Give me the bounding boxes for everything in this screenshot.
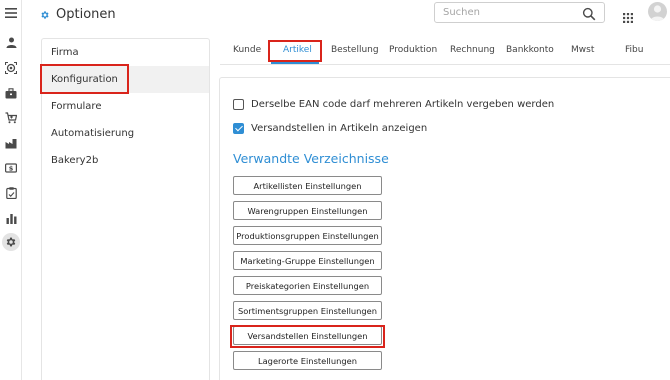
tab-produktion[interactable]: Produktion bbox=[389, 45, 437, 55]
money-icon[interactable]: $ bbox=[3, 160, 19, 176]
menu-item-firma[interactable]: Firma bbox=[42, 39, 209, 66]
menu-item-label: Formulare bbox=[51, 101, 102, 112]
person-icon[interactable] bbox=[3, 34, 19, 50]
tab-kunde[interactable]: Kunde bbox=[233, 45, 261, 55]
tab-bestellung[interactable]: Bestellung bbox=[331, 45, 379, 55]
svg-text:$: $ bbox=[9, 165, 14, 173]
gear-icon[interactable] bbox=[2, 233, 20, 251]
cart-icon[interactable] bbox=[3, 110, 19, 126]
tab-bankkonto[interactable]: Bankkonto bbox=[506, 45, 554, 55]
menu-item-bakery2b[interactable]: Bakery2b bbox=[42, 147, 209, 174]
warengruppen-settings-button[interactable]: Warengruppen Einstellungen bbox=[233, 201, 382, 220]
search-icon[interactable] bbox=[582, 6, 596, 21]
checkbox-label: Derselbe EAN code darf mehreren Artikeln… bbox=[251, 98, 555, 110]
page-title-group: Optionen bbox=[40, 5, 116, 23]
gear-icon bbox=[40, 5, 50, 24]
briefcase-icon[interactable] bbox=[3, 85, 19, 101]
active-tab-indicator bbox=[271, 62, 319, 64]
checkbox-versandstellen[interactable] bbox=[233, 122, 244, 134]
search-input[interactable] bbox=[443, 5, 573, 20]
section-title: Verwandte Verzeichnisse bbox=[233, 151, 389, 166]
bar-chart-icon[interactable] bbox=[3, 210, 19, 226]
icon-rail: $ bbox=[0, 0, 22, 380]
marketing-gruppe-settings-button[interactable]: Marketing-Gruppe Einstellungen bbox=[233, 251, 382, 270]
checkbox-row-versandstellen[interactable]: Versandstellen in Artikeln anzeigen bbox=[233, 121, 427, 135]
checkbox-row-ean[interactable]: Derselbe EAN code darf mehreren Artikeln… bbox=[233, 97, 554, 111]
artikellisten-settings-button[interactable]: Artikellisten Einstellungen bbox=[233, 176, 382, 195]
produktionsgruppen-settings-button[interactable]: Produktionsgruppen Einstellungen bbox=[233, 226, 382, 245]
highlight-frame-versandstellen bbox=[230, 325, 385, 348]
menu-item-automatisierung[interactable]: Automatisierung bbox=[42, 120, 209, 147]
top-header: Optionen bbox=[22, 0, 670, 30]
apps-grid-icon[interactable] bbox=[623, 8, 633, 23]
clipboard-icon[interactable] bbox=[3, 185, 19, 201]
preiskategorien-settings-button[interactable]: Preiskategorien Einstellungen bbox=[233, 276, 382, 295]
menu-icon[interactable] bbox=[3, 5, 19, 21]
app-window: $ Optionen Suchen Firma Konfiguration Fo… bbox=[0, 0, 670, 380]
lagerorte-settings-button[interactable]: Lagerorte Einstellungen bbox=[233, 351, 382, 370]
checkbox-ean[interactable] bbox=[233, 98, 244, 110]
highlight-frame-artikel bbox=[268, 40, 322, 62]
menu-item-formulare[interactable]: Formulare bbox=[42, 93, 209, 120]
menu-item-label: Automatisierung bbox=[51, 128, 135, 139]
tab-mwst[interactable]: Mwst bbox=[571, 45, 594, 55]
factory-icon[interactable] bbox=[3, 135, 19, 151]
sortimentsgruppen-settings-button[interactable]: Sortimentsgruppen Einstellungen bbox=[233, 301, 382, 320]
tab-rechnung[interactable]: Rechnung bbox=[450, 45, 495, 55]
checkbox-label: Versandstellen in Artikeln anzeigen bbox=[251, 122, 428, 134]
search-box[interactable] bbox=[434, 2, 605, 23]
menu-item-label: Firma bbox=[51, 47, 79, 58]
tab-fibu[interactable]: Fibu bbox=[625, 45, 643, 55]
highlight-frame-konfiguration bbox=[40, 64, 129, 94]
avatar[interactable] bbox=[648, 2, 667, 21]
page-title: Optionen bbox=[56, 6, 116, 22]
target-icon[interactable] bbox=[3, 60, 19, 76]
menu-item-label: Bakery2b bbox=[51, 155, 99, 166]
